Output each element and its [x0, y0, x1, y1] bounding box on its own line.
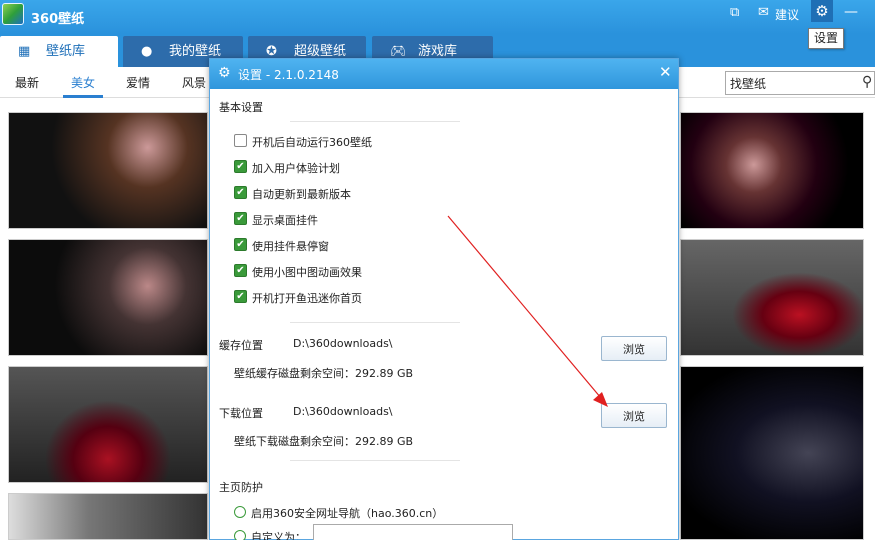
active-category-indicator — [63, 95, 103, 98]
wallpaper-thumbnail[interactable] — [8, 239, 208, 356]
download-location-path: D:\360downloads\ — [293, 405, 393, 418]
download-free-space: 壁纸下载磁盘剩余空间：292.89 GB — [234, 435, 414, 448]
cache-browse-button[interactable]: 浏览 — [601, 336, 667, 361]
radio-button[interactable] — [234, 530, 246, 540]
radio-label: 启用360安全网址导航（hao.360.cn） — [251, 507, 444, 520]
tab-wallpaper-library[interactable]: ▦ 壁纸库 — [0, 36, 118, 67]
radio-label: 自定义为： — [251, 531, 306, 540]
minimize-icon[interactable]: — — [844, 4, 858, 20]
checkbox-checked[interactable]: ✔ — [234, 186, 247, 199]
checkbox-label: 显示桌面挂件 — [252, 214, 318, 227]
divider — [290, 121, 460, 122]
cache-location-path: D:\360downloads\ — [293, 337, 393, 350]
checkbox-label: 加入用户体验计划 — [252, 162, 340, 175]
settings-gear-icon: ⚙ — [218, 65, 231, 81]
dialog-title: 设置 - 2.1.0.2148 — [238, 68, 339, 82]
category-scenery[interactable]: 风景 — [182, 74, 206, 91]
category-beauty[interactable]: 美女 — [71, 74, 95, 91]
wallpaper-thumbnail[interactable] — [8, 366, 208, 483]
tab-label: 壁纸库 — [46, 44, 86, 59]
wallpaper-thumbnail[interactable] — [680, 239, 864, 356]
custom-homepage-input[interactable] — [313, 524, 513, 540]
checkbox-unchecked[interactable] — [234, 134, 247, 147]
checkbox-checked[interactable]: ✔ — [234, 160, 247, 173]
settings-dialog: ⚙ 设置 - 2.1.0.2148 ✕ 基本设置 开机后自动运行360壁纸 ✔ … — [209, 58, 679, 540]
close-icon[interactable]: ✕ — [659, 63, 672, 81]
search-box[interactable]: ⚲ — [725, 71, 875, 95]
download-browse-button[interactable]: 浏览 — [601, 403, 667, 428]
checkbox-checked[interactable]: ✔ — [234, 238, 247, 251]
wallpaper-thumbnail[interactable] — [8, 493, 208, 540]
checkbox-checked[interactable]: ✔ — [234, 290, 247, 303]
divider — [290, 322, 460, 323]
feedback-link[interactable]: 建议 — [775, 6, 799, 23]
category-love[interactable]: 爱情 — [126, 74, 150, 91]
skin-icon[interactable]: ⧉ — [730, 5, 739, 21]
checkbox-label: 使用小图中图动画效果 — [252, 266, 362, 279]
title-bar: 360壁纸 ⧉ ✉ 建议 ⚙ — — [0, 0, 875, 34]
settings-tooltip: 设置 — [808, 28, 845, 49]
search-input[interactable] — [726, 72, 856, 94]
user-icon: ● — [141, 44, 153, 59]
checkbox-label: 使用挂件悬停窗 — [252, 240, 329, 253]
radio-button[interactable] — [234, 506, 246, 518]
section-homepage-protection: 主页防护 — [219, 481, 263, 494]
section-basic-settings: 基本设置 — [219, 101, 263, 114]
app-title: 360壁纸 — [31, 12, 85, 27]
settings-gear-icon[interactable]: ⚙ — [811, 0, 833, 22]
checkbox-label: 自动更新到最新版本 — [252, 188, 351, 201]
checkbox-label: 开机后自动运行360壁纸 — [252, 136, 372, 149]
wallpaper-thumbnail[interactable] — [680, 112, 864, 229]
grid-icon: ▦ — [18, 44, 31, 59]
cache-location-label: 缓存位置 — [219, 339, 263, 352]
feedback-icon[interactable]: ✉ — [758, 5, 769, 21]
dialog-header: ⚙ 设置 - 2.1.0.2148 ✕ — [210, 59, 678, 89]
checkbox-checked[interactable]: ✔ — [234, 212, 247, 225]
download-location-label: 下载位置 — [219, 407, 263, 420]
wallpaper-thumbnail[interactable] — [8, 112, 208, 229]
search-icon[interactable]: ⚲ — [862, 74, 872, 90]
app-logo-icon — [2, 3, 24, 25]
cache-free-space: 壁纸缓存磁盘剩余空间：292.89 GB — [234, 367, 414, 380]
checkbox-label: 开机打开鱼迅迷你首页 — [252, 292, 362, 305]
wallpaper-thumbnail[interactable] — [680, 366, 864, 540]
checkbox-checked[interactable]: ✔ — [234, 264, 247, 277]
category-latest[interactable]: 最新 — [15, 74, 39, 91]
divider — [290, 460, 460, 461]
